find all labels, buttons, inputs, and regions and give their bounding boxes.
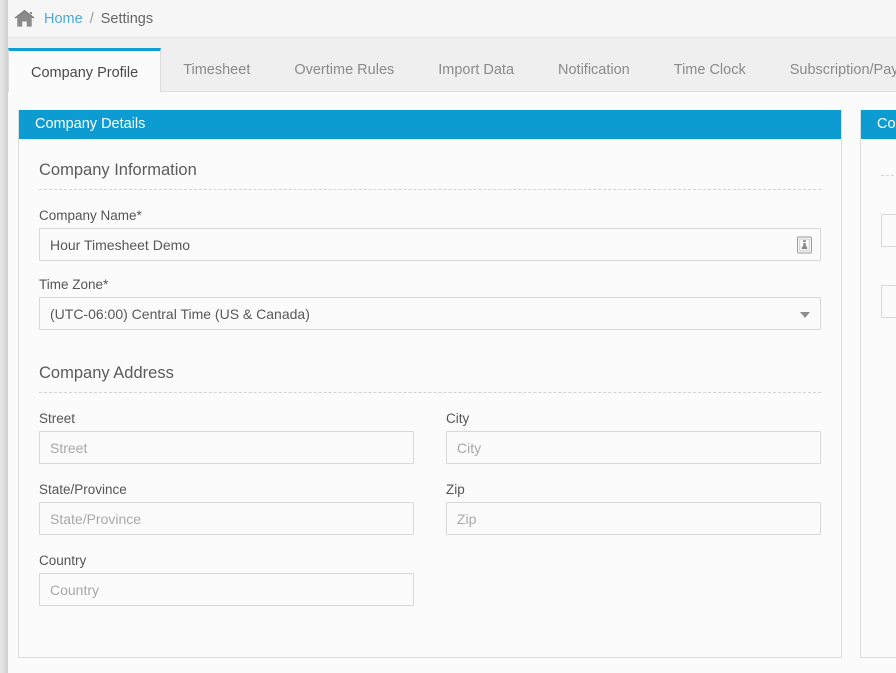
- street-input[interactable]: [39, 431, 414, 464]
- address-columns: Street State/Province Country City: [39, 411, 821, 624]
- zip-field-group: Zip: [446, 482, 821, 535]
- time-zone-label: Time Zone*: [39, 277, 821, 292]
- address-left-column: Street State/Province Country: [39, 411, 414, 624]
- company-logo-panel-body: [861, 139, 896, 318]
- country-label: Country: [39, 553, 414, 568]
- company-name-label: Company Name*: [39, 208, 821, 223]
- left-gutter-strip: [0, 0, 8, 673]
- breadcrumb-home-link[interactable]: Home: [44, 11, 83, 27]
- tab-notification[interactable]: Notification: [536, 49, 652, 91]
- breadcrumb-separator: /: [90, 11, 94, 27]
- street-label: Street: [39, 411, 414, 426]
- company-information-divider: [39, 189, 821, 190]
- tab-timesheet[interactable]: Timesheet: [161, 49, 272, 91]
- settings-tab-bar: Company Profile Timesheet Overtime Rules…: [0, 38, 896, 92]
- city-input[interactable]: [446, 431, 821, 464]
- city-field-group: City: [446, 411, 821, 464]
- logo-field-group-b: [881, 265, 896, 318]
- tab-import-data[interactable]: Import Data: [416, 49, 536, 91]
- country-input[interactable]: [39, 573, 414, 606]
- breadcrumb-current-page: Settings: [101, 11, 153, 27]
- company-name-field-group: Company Name*: [39, 208, 821, 261]
- time-zone-field-group: Time Zone* (UTC-06:00) Central Time (US …: [39, 277, 821, 330]
- tab-subscription-payment[interactable]: Subscription/Payment: [768, 49, 896, 91]
- company-name-input[interactable]: [39, 228, 821, 261]
- street-field-group: Street: [39, 411, 414, 464]
- zip-input[interactable]: [446, 502, 821, 535]
- tab-time-clock[interactable]: Time Clock: [652, 49, 768, 91]
- breadcrumb: Home / Settings: [0, 0, 896, 38]
- logo-field-group-a: [881, 194, 896, 247]
- company-address-divider: [39, 392, 821, 393]
- company-information-heading: Company Information: [39, 161, 821, 180]
- state-province-field-group: State/Province: [39, 482, 414, 535]
- company-logo-panel: Company Logo: [860, 110, 896, 658]
- company-logo-divider: [881, 175, 896, 176]
- country-field-group: Country: [39, 553, 414, 606]
- logo-field-input-b[interactable]: [881, 285, 896, 318]
- company-details-panel-header: Company Details: [19, 110, 841, 139]
- tab-company-profile[interactable]: Company Profile: [8, 48, 161, 92]
- logo-field-label-b: [881, 265, 896, 280]
- logo-field-input-a[interactable]: [881, 214, 896, 247]
- time-zone-select[interactable]: (UTC-06:00) Central Time (US & Canada): [39, 297, 821, 330]
- tab-overtime-rules[interactable]: Overtime Rules: [272, 49, 416, 91]
- zip-label: Zip: [446, 482, 821, 497]
- company-details-panel: Company Details Company Information Comp…: [18, 110, 842, 658]
- settings-content-area: Company Details Company Information Comp…: [0, 92, 896, 673]
- company-details-panel-body: Company Information Company Name*: [19, 139, 841, 624]
- home-icon: [14, 9, 35, 28]
- state-province-input[interactable]: [39, 502, 414, 535]
- city-label: City: [446, 411, 821, 426]
- company-address-heading: Company Address: [39, 364, 821, 383]
- logo-field-label-a: [881, 194, 896, 209]
- address-right-column: City Zip: [446, 411, 821, 624]
- company-logo-panel-header: Company Logo: [861, 110, 896, 139]
- state-province-label: State/Province: [39, 482, 414, 497]
